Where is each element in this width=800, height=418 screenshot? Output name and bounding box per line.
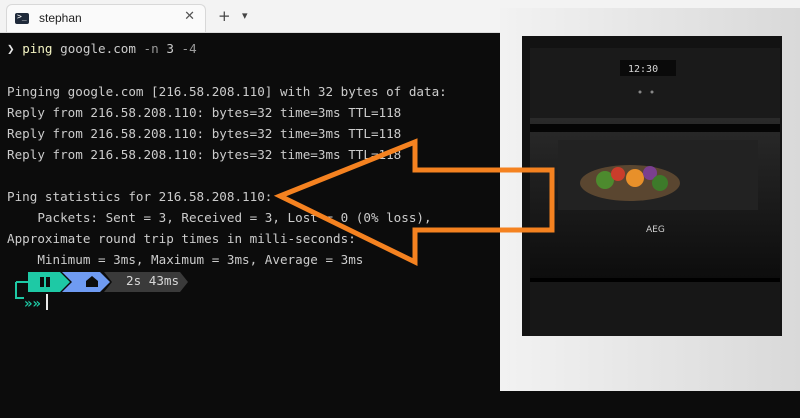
arrow-shape [273,138,555,267]
terminal-window: >_ stephan ✕ + ▾ ❯ ping google.com -n 3 … [0,0,800,418]
annotation-arrow [273,138,555,267]
